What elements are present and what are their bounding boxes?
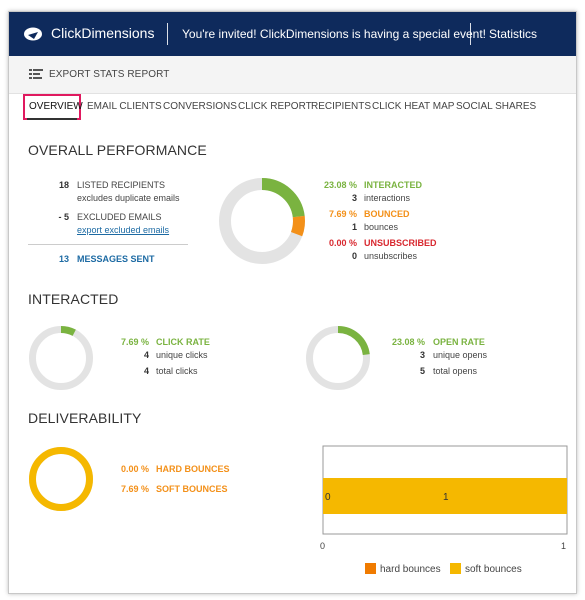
tab-click-heat-map[interactable]: CLICK HEAT MAP (372, 101, 454, 112)
click-rate-donut (29, 326, 93, 390)
bounces-unit: bounces (364, 222, 399, 232)
bounced-arc (290, 215, 305, 237)
bounced-percent: 7.69 % (328, 209, 357, 219)
unique-clicks-label: unique clicks (156, 350, 208, 360)
open-rate-percent: 23.08 % (391, 337, 425, 347)
x-tick-label: 0 (320, 541, 325, 551)
listed-recipients-label: LISTED RECIPIENTS (77, 180, 166, 190)
unsubscribed-percent: 0.00 % (328, 238, 357, 248)
click-rate-label: CLICK RATE (156, 337, 210, 347)
unsubscribed-label: UNSUBSCRIBED (364, 238, 437, 248)
legend-swatch-soft-bounces (450, 563, 461, 574)
command-bar: EXPORT STATS REPORT (9, 56, 576, 94)
interactions-unit: interactions (364, 193, 411, 203)
excluded-emails-label: EXCLUDED EMAILS (77, 212, 162, 222)
nav-divider (470, 23, 471, 45)
soft-bounces-arc (29, 447, 93, 511)
brand-name[interactable]: ClickDimensions (51, 25, 154, 41)
donut-track (29, 326, 93, 390)
listed-recipients-count: 18 (58, 180, 69, 190)
nav-divider (167, 23, 168, 45)
soft-bounces-percent: 7.69 % (120, 484, 149, 494)
click-rate-arc (60, 326, 76, 336)
report-panel: ClickDimensions You're invited! ClickDim… (8, 11, 577, 594)
tab-social-shares[interactable]: SOCIAL SHARES (456, 101, 536, 112)
total-clicks-label: total clicks (156, 366, 198, 376)
data-label-hard-bounces: 0 (325, 492, 331, 503)
tab-conversions[interactable]: CONVERSIONS (163, 101, 237, 112)
hard-bounces-percent: 0.00 % (120, 464, 149, 474)
tab-click-report[interactable]: CLICK REPORT (238, 101, 312, 112)
overall-performance-title: OVERALL PERFORMANCE (28, 142, 207, 158)
data-label-soft-bounces: 1 (443, 492, 449, 503)
messages-sent-label: MESSAGES SENT (77, 254, 155, 264)
unique-opens-count: 3 (419, 350, 425, 360)
hard-bounces-label: HARD BOUNCES (156, 464, 230, 474)
deliverability-title: DELIVERABILITY (28, 410, 142, 426)
interacted-arc (261, 178, 305, 218)
click-rate-percent: 7.69 % (120, 337, 149, 347)
bounces-bar-chart: 0 1 0 1 hard bounces soft bounces (320, 445, 568, 575)
tab-recipients[interactable]: RECIPIENTS (311, 101, 371, 112)
total-clicks-count: 4 (143, 366, 149, 376)
tab-overview[interactable]: OVERVIEW (29, 101, 83, 112)
listed-recipients-note: excludes duplicate emails (77, 193, 180, 203)
unique-opens-label: unique opens (433, 350, 488, 360)
event-banner-link[interactable]: You're invited! ClickDimensions is havin… (182, 27, 486, 41)
messages-sent-count: 13 (58, 254, 69, 264)
deliverability-donut (29, 447, 93, 511)
unsubscribes-unit: unsubscribes (364, 251, 418, 261)
clickdimensions-logo-icon (24, 27, 42, 41)
interacted-section-title: INTERACTED (28, 291, 119, 307)
open-rate-donut (306, 326, 370, 390)
statistics-nav-item[interactable]: Statistics (489, 27, 537, 41)
legend-swatch-hard-bounces (365, 563, 376, 574)
interactions-count: 3 (351, 193, 357, 203)
unique-clicks-count: 4 (143, 350, 149, 360)
bounced-label: BOUNCED (364, 209, 410, 219)
export-excluded-emails-link[interactable]: export excluded emails (77, 225, 169, 235)
soft-bounces-label: SOFT BOUNCES (156, 484, 228, 494)
top-nav-bar: ClickDimensions You're invited! ClickDim… (9, 12, 576, 56)
export-report-icon[interactable] (29, 68, 43, 82)
interacted-percent: 23.08 % (323, 180, 357, 190)
overall-performance-donut (219, 178, 305, 264)
report-tabs: OVERVIEW EMAIL CLIENTS CONVERSIONS CLICK… (9, 95, 576, 125)
excluded-emails-count: - 5 (58, 212, 69, 222)
x-tick-label: 1 (561, 541, 566, 551)
legend-label-hard-bounces: hard bounces (380, 564, 441, 575)
unsubscribes-count: 0 (351, 251, 357, 261)
interacted-label: INTERACTED (364, 180, 422, 190)
bounces-count: 1 (351, 222, 357, 232)
export-stats-report-button[interactable]: EXPORT STATS REPORT (49, 69, 169, 80)
tab-email-clients[interactable]: EMAIL CLIENTS (87, 101, 162, 112)
open-rate-label: OPEN RATE (433, 337, 485, 347)
recipients-divider (28, 244, 188, 245)
total-opens-label: total opens (433, 366, 478, 376)
total-opens-count: 5 (419, 366, 425, 376)
legend-label-soft-bounces: soft bounces (465, 564, 522, 575)
open-rate-arc (337, 326, 370, 356)
